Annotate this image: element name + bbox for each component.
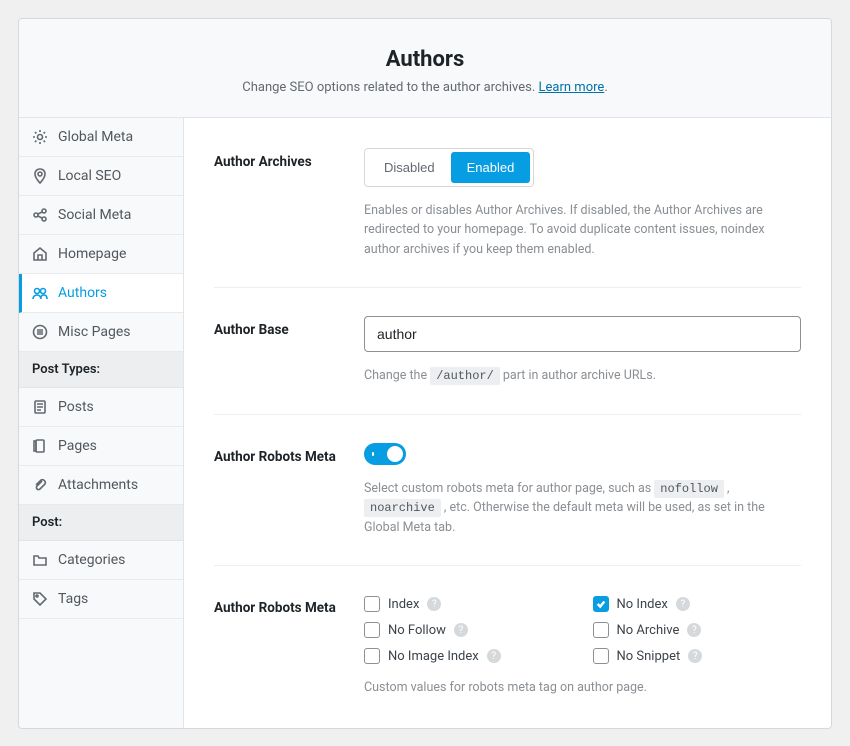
checkbox-label: No Image Index <box>388 649 479 664</box>
folder-icon <box>32 552 48 568</box>
help-icon[interactable]: ? <box>688 649 702 663</box>
row-author-archives: Author Archives Disabled Enabled Enables… <box>214 148 801 288</box>
row-robots-meta: Author Robots Meta Index?No Index?No Fol… <box>214 594 801 707</box>
checkbox-row-index: Index? <box>364 596 573 612</box>
home-icon <box>32 246 48 262</box>
checkbox-row-noindex: No Index? <box>593 596 802 612</box>
share-icon <box>32 207 48 223</box>
help-icon[interactable]: ? <box>427 597 441 611</box>
robots-meta-grid: Index?No Index?No Follow?No Archive?No I… <box>364 596 801 664</box>
sidebar-item-label: Posts <box>58 399 94 415</box>
checkbox-noimageindex[interactable] <box>364 648 380 664</box>
sidebar-item-label: Attachments <box>58 477 138 493</box>
clip-icon <box>32 477 48 493</box>
sidebar-item-local-seo[interactable]: Local SEO <box>19 157 183 196</box>
checkbox-noindex[interactable] <box>593 596 609 612</box>
sidebar-group-post: Post: <box>19 505 183 541</box>
checkbox-label: No Follow <box>388 623 446 638</box>
sidebar-item-tags[interactable]: Tags <box>19 580 183 619</box>
sidebar-item-label: Authors <box>58 285 107 301</box>
label-robots-meta: Author Robots Meta <box>214 594 364 697</box>
sidebar-item-label: Categories <box>58 552 125 568</box>
label-author-archives: Author Archives <box>214 148 364 259</box>
checkbox-label: Index <box>388 597 419 612</box>
post-icon <box>32 399 48 415</box>
sidebar-item-label: Social Meta <box>58 207 131 223</box>
archives-enabled-button[interactable]: Enabled <box>451 152 531 183</box>
author-base-help: Change the /author/ part in author archi… <box>364 366 801 386</box>
sidebar-item-posts[interactable]: Posts <box>19 388 183 427</box>
page-subtitle: Change SEO options related to the author… <box>39 80 811 95</box>
sidebar-item-homepage[interactable]: Homepage <box>19 235 183 274</box>
panel-header: Authors Change SEO options related to th… <box>19 19 831 118</box>
help-icon[interactable]: ? <box>676 597 690 611</box>
tag-icon <box>32 591 48 607</box>
sidebar-item-label: Global Meta <box>58 129 133 145</box>
sidebar-item-label: Misc Pages <box>58 324 131 340</box>
sidebar-item-attachments[interactable]: Attachments <box>19 466 183 505</box>
sidebar-item-label: Homepage <box>58 246 126 262</box>
row-author-base: Author Base Change the /author/ part in … <box>214 316 801 415</box>
sidebar-group-post-types: Post Types: <box>19 352 183 388</box>
sidebar-item-social-meta[interactable]: Social Meta <box>19 196 183 235</box>
archives-help: Enables or disables Author Archives. If … <box>364 201 801 259</box>
sidebar-item-global-meta[interactable]: Global Meta <box>19 118 183 157</box>
label-robots-toggle: Author Robots Meta <box>214 443 364 538</box>
sidebar-item-authors[interactable]: Authors <box>19 274 183 313</box>
help-icon[interactable]: ? <box>454 623 468 637</box>
checkbox-label: No Snippet <box>617 649 681 664</box>
archives-toggle-group: Disabled Enabled <box>364 148 534 187</box>
help-icon[interactable]: ? <box>687 623 701 637</box>
content-area: Author Archives Disabled Enabled Enables… <box>184 118 831 728</box>
pin-icon <box>32 168 48 184</box>
label-author-base: Author Base <box>214 316 364 386</box>
sidebar-item-misc-pages[interactable]: Misc Pages <box>19 313 183 352</box>
sidebar-item-categories[interactable]: Categories <box>19 541 183 580</box>
checkbox-label: No Index <box>617 597 668 612</box>
settings-panel: Authors Change SEO options related to th… <box>18 18 832 729</box>
panel-body: Global Meta Local SEO Social Meta Homepage A… <box>19 118 831 728</box>
author-base-input[interactable] <box>364 316 801 352</box>
checkbox-nosnippet[interactable] <box>593 648 609 664</box>
gear-icon <box>32 129 48 145</box>
sidebar-item-label: Local SEO <box>58 168 121 184</box>
sidebar-item-pages[interactable]: Pages <box>19 427 183 466</box>
page-icon <box>32 438 48 454</box>
checkbox-row-noimageindex: No Image Index? <box>364 648 573 664</box>
robots-meta-toggle[interactable] <box>364 443 406 465</box>
robots-toggle-help: Select custom robots meta for author pag… <box>364 479 801 538</box>
sidebar: Global Meta Local SEO Social Meta Homepage A… <box>19 118 184 728</box>
page-title: Authors <box>39 47 811 72</box>
archives-disabled-button[interactable]: Disabled <box>368 152 451 183</box>
learn-more-link[interactable]: Learn more <box>539 80 605 95</box>
checkbox-label: No Archive <box>617 623 680 638</box>
help-icon[interactable]: ? <box>487 649 501 663</box>
list-icon <box>32 324 48 340</box>
users-icon <box>32 285 48 301</box>
checkbox-index[interactable] <box>364 596 380 612</box>
robots-meta-help: Custom values for robots meta tag on aut… <box>364 678 801 697</box>
checkbox-row-nosnippet: No Snippet? <box>593 648 802 664</box>
row-robots-toggle: Author Robots Meta Select custom robots … <box>214 443 801 567</box>
sidebar-item-label: Tags <box>58 591 88 607</box>
sidebar-item-label: Pages <box>58 438 97 454</box>
